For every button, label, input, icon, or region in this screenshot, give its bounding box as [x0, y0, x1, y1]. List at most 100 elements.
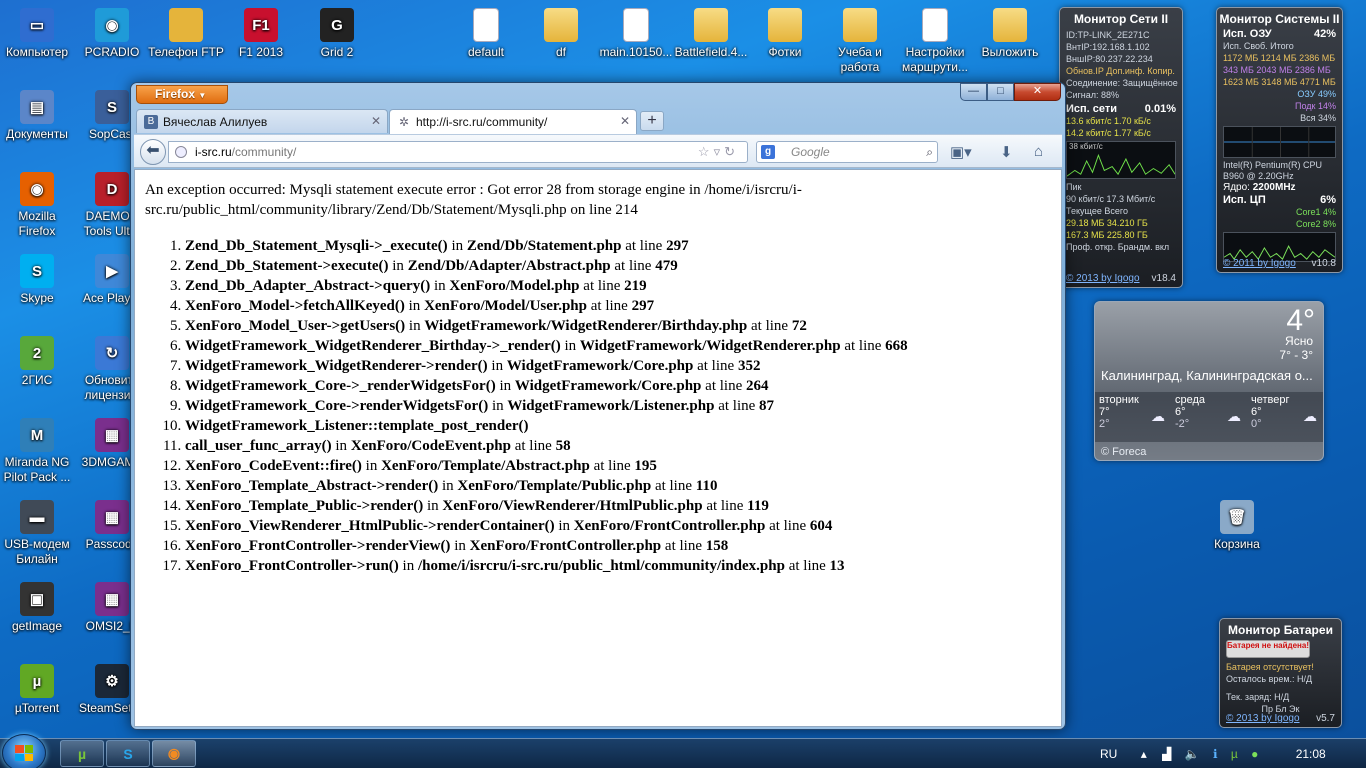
taskbar-firefox-button[interactable]: ◉ — [152, 740, 196, 767]
firefox-window[interactable]: Firefox ▼ — □ ✕ В Вячеслав Алилуев ✕ ✲ h… — [130, 82, 1066, 730]
reload-icon[interactable]: ↻ — [724, 144, 739, 159]
desktop-icon-label: PCRADIO — [84, 45, 140, 59]
taskbar-utorrent-button[interactable]: µ — [60, 740, 104, 767]
minimize-button[interactable]: — — [960, 83, 987, 101]
trace-line: 352 — [737, 358, 761, 374]
battery-gadget-credit-link[interactable]: © 2013 by Igogo — [1226, 713, 1300, 724]
gadget-title: Монитор Батареи — [1228, 623, 1333, 637]
trace-file: WidgetFramework/Core.php — [514, 378, 702, 394]
utorrent-tray-icon[interactable]: µ — [1231, 747, 1238, 761]
network-monitor-gadget[interactable]: Монитор Сети II ID:TP-LINK_2E271C ВнтIP:1… — [1059, 7, 1183, 288]
url-domain: i-src.ru — [195, 145, 232, 159]
desktop-icon[interactable]: 🗑 Корзина — [1199, 500, 1275, 552]
desktop-icon[interactable]: Выложить — [972, 8, 1048, 60]
desktop-icon[interactable]: ▬ USB-модем Билайн — [0, 500, 75, 567]
desktop-icon[interactable]: µ µTorrent — [0, 664, 75, 716]
close-tab-icon[interactable]: ✕ — [620, 114, 630, 128]
google-engine-icon[interactable]: g — [761, 145, 775, 159]
desktop-icon[interactable]: G Grid 2 — [299, 8, 375, 60]
downloads-icon[interactable]: ⬇ — [1000, 143, 1013, 161]
desktop-icon[interactable]: 2 2ГИС — [0, 336, 75, 388]
stack-trace-item: WidgetFramework_Core->_renderWidgetsFor(… — [185, 376, 1051, 396]
stack-trace-item: WidgetFramework_WidgetRenderer_Birthday-… — [185, 336, 1051, 356]
volume-icon[interactable]: 🔈 — [1185, 747, 1200, 761]
skype-icon: S — [20, 254, 54, 288]
desktop-icon[interactable]: df — [523, 8, 599, 60]
stack-trace-item: WidgetFramework_Core->renderWidgetsFor()… — [185, 396, 1051, 416]
desktop-icon[interactable]: ▤ Документы — [0, 90, 75, 142]
desktop-icon[interactable]: ▣ getImage — [0, 582, 75, 634]
gadget-title: Монитор Сети II — [1073, 12, 1169, 26]
desktop-icon-label: Телефон FTP — [148, 45, 224, 59]
desktop-icon-label: Настройки маршрути... — [902, 45, 968, 74]
update-tray-icon[interactable]: ● — [1251, 747, 1258, 761]
close-button[interactable]: ✕ — [1014, 83, 1061, 101]
battery-monitor-gadget[interactable]: Монитор Батареи Батарея не найдена! Бата… — [1219, 618, 1342, 728]
windows-logo-icon — [15, 745, 33, 761]
desktop-icon-label: Учеба и работа — [838, 45, 882, 74]
memory-line: 1172 МБ 1214 МБ 2386 МБ — [1223, 53, 1336, 63]
documents-icon: ▤ — [20, 90, 54, 124]
forecast-days: вторник 7° 2° ☁ среда 6° -2° ☁ четверг 6° 0° ☁ — [1095, 392, 1323, 442]
firefox-icon: ◉ — [20, 172, 54, 206]
weather-gadget[interactable]: 4° Ясно 7° - 3° Калининград, Калининград… — [1094, 301, 1324, 461]
desktop-icon-label: main.10150... — [599, 45, 673, 59]
trace-file: XenForo/ViewRenderer/HtmlPublic.php — [442, 498, 703, 514]
tab-vyacheslav[interactable]: В Вячеслав Алилуев ✕ — [136, 109, 388, 133]
maximize-button[interactable]: □ — [987, 83, 1014, 101]
desktop-icon[interactable]: S Skype — [0, 254, 75, 306]
desktop-icon-label: Выложить — [981, 45, 1039, 59]
bookmarks-menu-icon[interactable]: ▣▾ — [950, 143, 972, 161]
desktop-icon[interactable]: ▭ Компьютер — [0, 8, 75, 60]
desktop-icon[interactable]: default — [448, 8, 524, 60]
close-tab-icon[interactable]: ✕ — [371, 114, 381, 128]
bookmark-star-icon[interactable]: ☆ — [698, 144, 714, 159]
trace-function: Zend_Db_Adapter_Abstract->query() — [185, 278, 431, 294]
upload-speed: 13.6 кбит/с 1.70 кБ/с — [1066, 116, 1151, 126]
desktop-icon-label: df — [555, 45, 566, 59]
taskbar-skype-button[interactable]: S — [106, 740, 150, 767]
search-bar[interactable]: g Google ⌕ — [756, 141, 938, 163]
desktop-icon-label: 2ГИС — [21, 373, 53, 387]
desktop-icon[interactable]: ◉ PCRADIO — [74, 8, 150, 60]
stack-trace-item: Zend_Db_Adapter_Abstract->query() in Xen… — [185, 276, 1051, 296]
desktop-icon[interactable]: ◉ Mozilla Firefox — [0, 172, 75, 239]
trace-line: 72 — [791, 318, 807, 334]
desktop-icon[interactable]: Battlefield.4... — [673, 8, 749, 60]
trace-line: 87 — [759, 398, 775, 414]
desktop-icon[interactable]: F1 F1 2013 — [223, 8, 299, 60]
net-gadget-credit-link[interactable]: © 2013 by Igogo — [1066, 273, 1140, 284]
desktop-icon-label: USB-модем Билайн — [4, 537, 70, 566]
home-icon[interactable]: ⌂ — [1034, 143, 1043, 160]
tab-community[interactable]: ✲ http://i-src.ru/community/ ✕ — [389, 109, 637, 134]
info-icon[interactable]: ℹ — [1213, 747, 1218, 761]
desktop-icon[interactable]: M Miranda NG Pilot Pack ... — [0, 418, 75, 485]
clock[interactable]: 21:08 — [1296, 747, 1326, 761]
show-hidden-icons[interactable]: ▴ — [1141, 747, 1147, 761]
new-tab-button[interactable]: + — [640, 111, 664, 131]
system-monitor-gadget[interactable]: Монитор Системы II Исп. ОЗУ 42% Исп. Своб… — [1216, 7, 1343, 273]
history-dropdown-icon[interactable]: ▿ — [714, 144, 725, 159]
tab-title: Вячеслав Алилуев — [163, 115, 268, 129]
trace-function: Zend_Db_Statement->execute() — [185, 258, 389, 274]
desktop-icon[interactable]: Учеба и работа — [822, 8, 898, 75]
desktop-icon-label: Документы — [6, 127, 68, 141]
back-button[interactable]: ⬅ — [140, 139, 166, 165]
url-bar[interactable]: i-src.ru/community/ ☆▿↻ — [168, 141, 748, 163]
sys-gadget-credit-link[interactable]: © 2011 by Igogo — [1223, 258, 1296, 269]
gadget-title: Монитор Системы II — [1219, 12, 1340, 26]
desktop-icon[interactable]: main.10150... — [598, 8, 674, 60]
sopcast-icon: S — [95, 90, 129, 124]
miranda-icon: M — [20, 418, 54, 452]
language-indicator[interactable]: RU — [1100, 747, 1117, 761]
start-button[interactable] — [2, 734, 46, 768]
search-magnifier-icon[interactable]: ⌕ — [926, 142, 933, 162]
network-icon[interactable]: ▟ — [1162, 747, 1171, 761]
network-graph: 38 кбит/с — [1066, 141, 1176, 179]
steam-icon: ⚙ — [95, 664, 129, 698]
desktop-icon[interactable]: Телефон FTP — [148, 8, 224, 60]
desktop-icon[interactable]: Настройки маршрути... — [897, 8, 973, 75]
desktop-icon[interactable]: Фотки — [747, 8, 823, 60]
site-identity-icon[interactable] — [175, 146, 187, 158]
firefox-menu-button[interactable]: Firefox ▼ — [136, 85, 228, 104]
